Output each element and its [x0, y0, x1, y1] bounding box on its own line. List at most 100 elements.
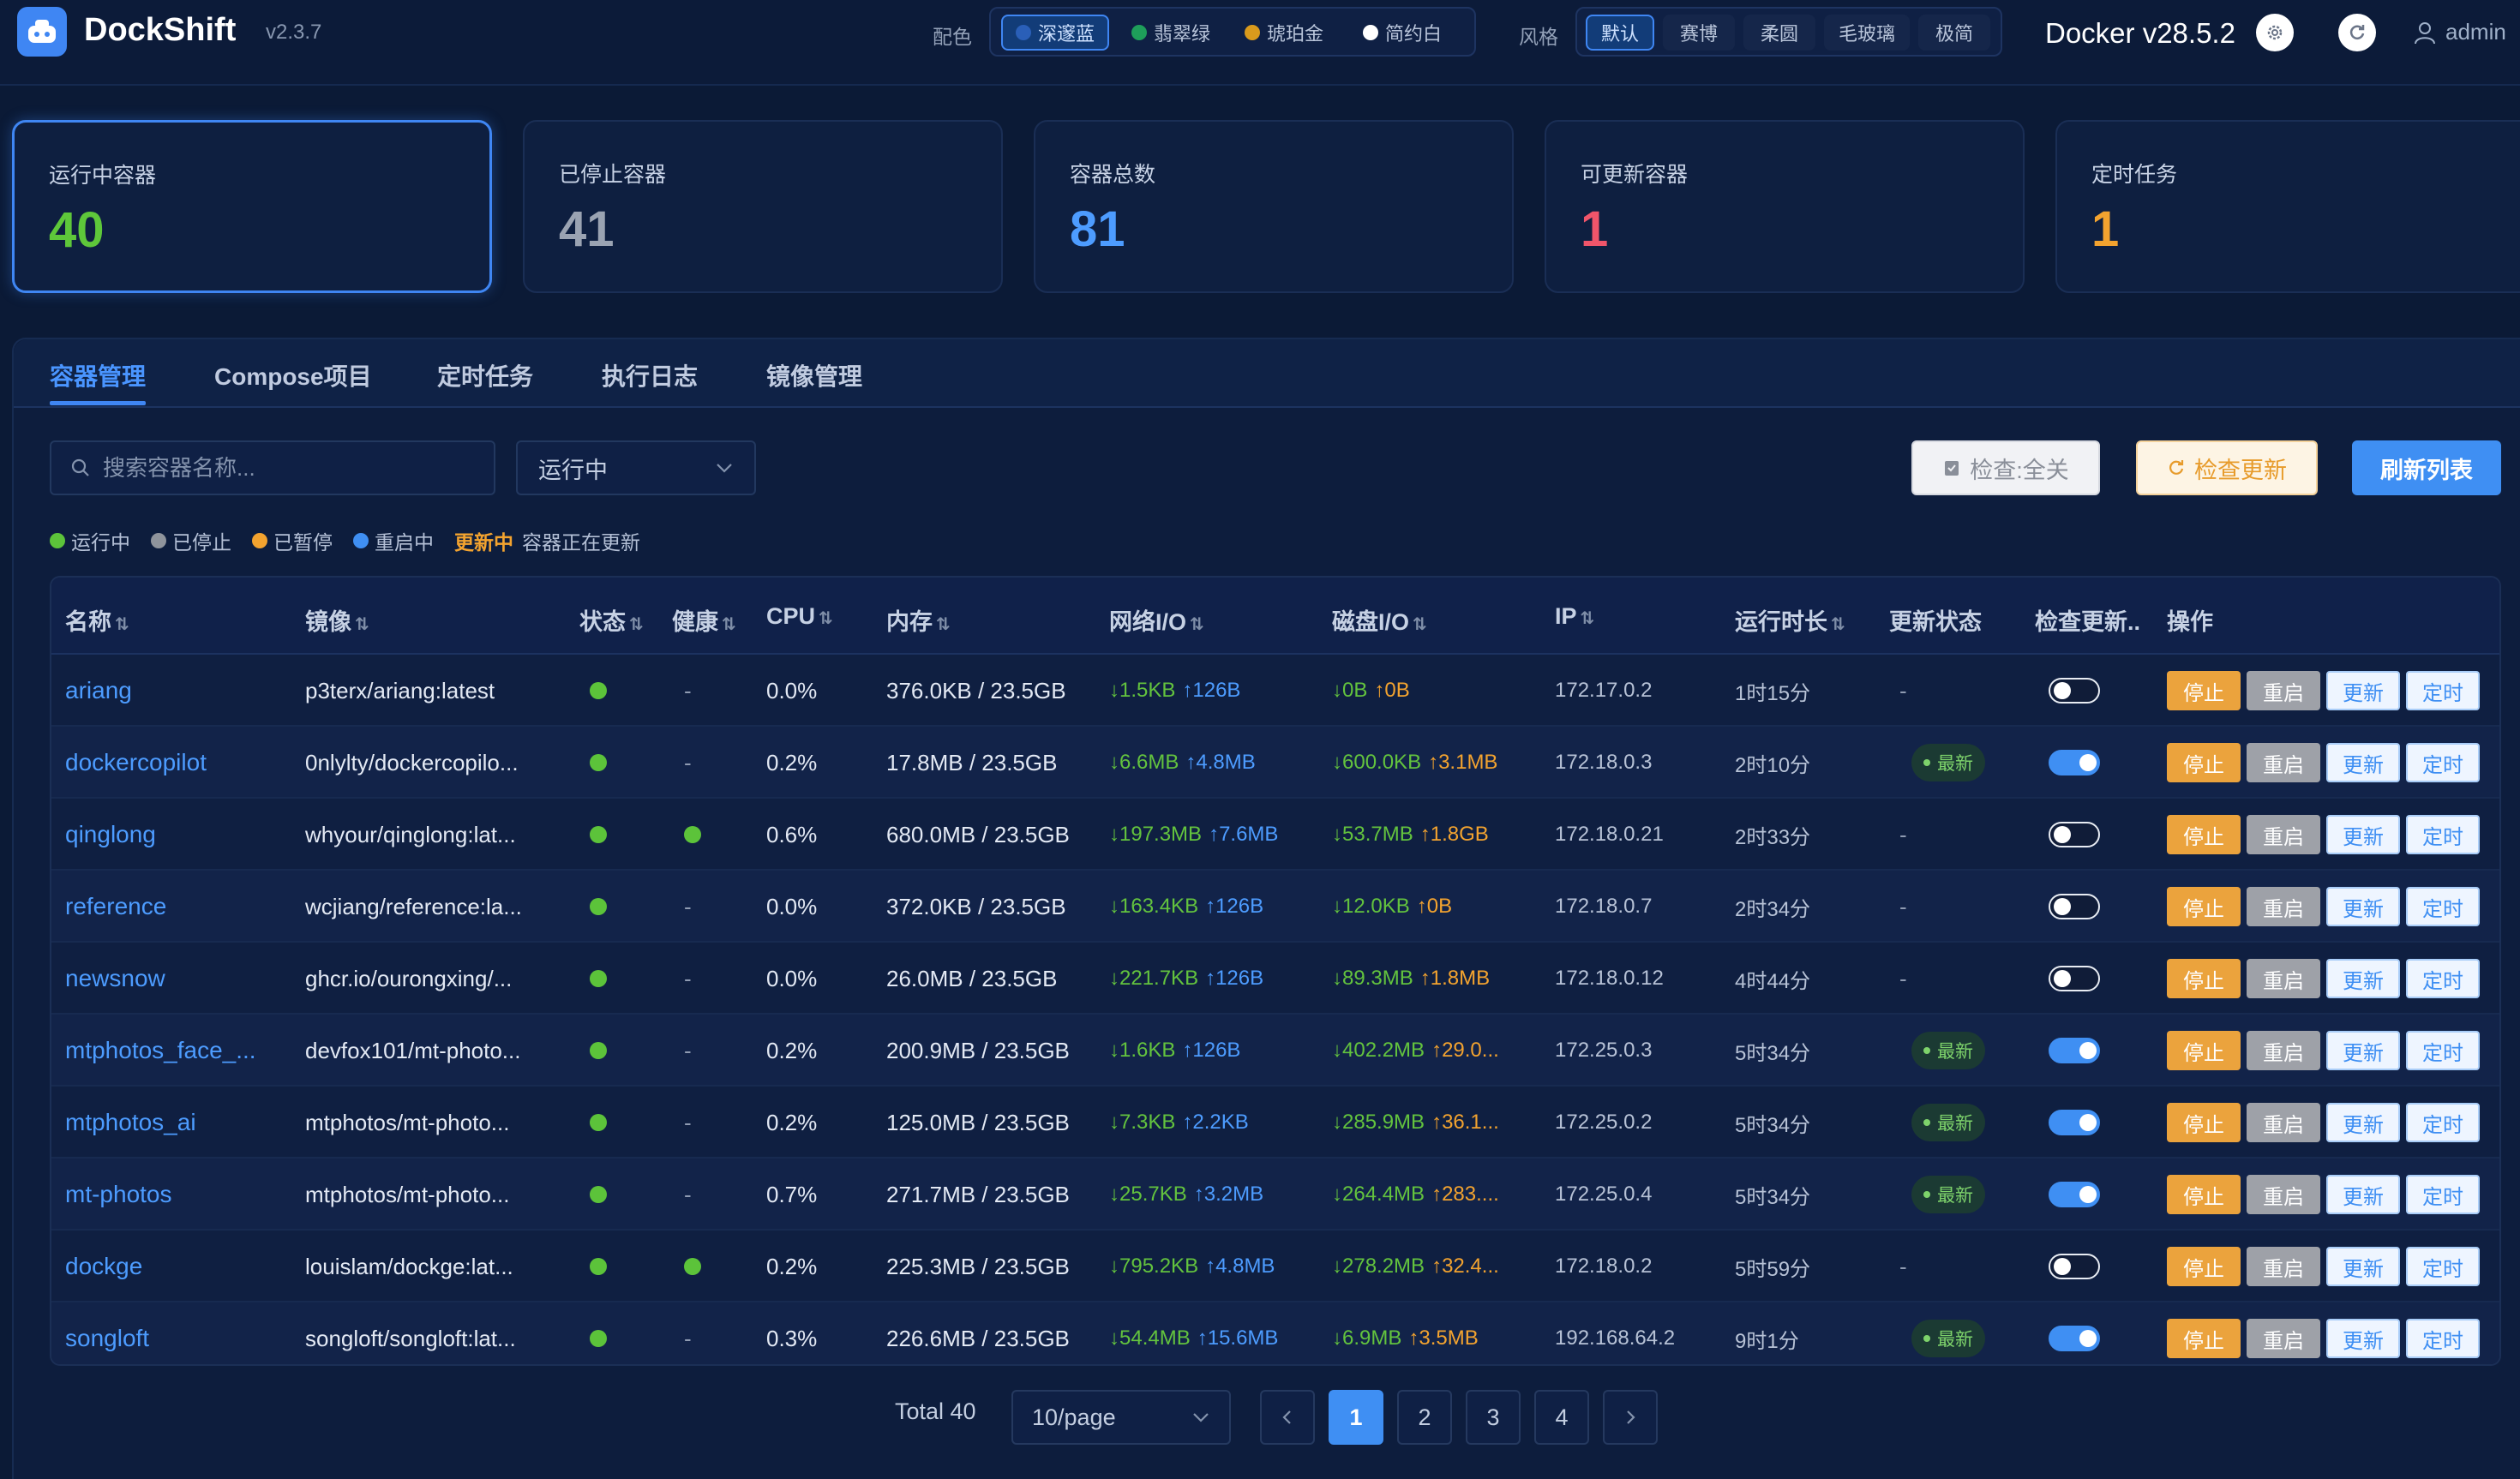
schedule-button[interactable]: 定时: [2406, 959, 2480, 998]
style-option-default[interactable]: 默认: [1586, 15, 1654, 51]
restart-button[interactable]: 重启: [2247, 671, 2320, 710]
schedule-button[interactable]: 定时: [2406, 743, 2480, 782]
col-ip[interactable]: IP ⇅: [1555, 603, 1594, 630]
color-option-emerald[interactable]: 翡翠绿: [1119, 15, 1222, 51]
check-update-toggle[interactable]: [2049, 678, 2100, 704]
container-name-link[interactable]: mtphotos_ai: [65, 1087, 288, 1159]
check-update-toggle[interactable]: [2049, 894, 2100, 919]
stat-card-total[interactable]: 容器总数 81: [1034, 120, 1514, 293]
container-name-link[interactable]: dockercopilot: [65, 727, 288, 799]
col-cpu[interactable]: CPU ⇅: [766, 603, 833, 630]
user-menu[interactable]: admin: [2413, 19, 2506, 45]
col-disk-io[interactable]: 磁盘I/O ⇅: [1332, 603, 1427, 637]
stop-button[interactable]: 停止: [2167, 887, 2241, 926]
check-update-toggle[interactable]: [2049, 1182, 2100, 1207]
restart-button[interactable]: 重启: [2247, 887, 2320, 926]
schedule-button[interactable]: 定时: [2406, 1175, 2480, 1214]
check-update-toggle[interactable]: [2049, 966, 2100, 991]
container-name-link[interactable]: newsnow: [65, 943, 288, 1015]
col-health[interactable]: 健康 ⇅: [672, 603, 736, 637]
refresh-icon[interactable]: [2338, 14, 2376, 51]
tab-images[interactable]: 镜像管理: [766, 358, 862, 392]
check-update-toggle[interactable]: [2049, 1038, 2100, 1063]
style-option-cyber[interactable]: 赛博: [1663, 15, 1735, 51]
color-option-white[interactable]: 简约白: [1351, 15, 1454, 51]
page-button-2[interactable]: 2: [1397, 1390, 1452, 1445]
col-status[interactable]: 状态 ⇅: [579, 603, 644, 637]
stop-button[interactable]: 停止: [2167, 1031, 2241, 1070]
check-update-toggle[interactable]: [2049, 1110, 2100, 1135]
update-button[interactable]: 更新: [2326, 743, 2400, 782]
stop-button[interactable]: 停止: [2167, 1175, 2241, 1214]
container-name-link[interactable]: ariang: [65, 655, 288, 727]
stop-button[interactable]: 停止: [2167, 1319, 2241, 1358]
update-button[interactable]: 更新: [2326, 959, 2400, 998]
page-size-select[interactable]: 10/page: [1011, 1390, 1231, 1445]
col-uptime[interactable]: 运行时长 ⇅: [1735, 603, 1845, 637]
tab-scheduled[interactable]: 定时任务: [437, 358, 533, 392]
page-button-4[interactable]: 4: [1534, 1390, 1589, 1445]
next-page-button[interactable]: [1603, 1390, 1658, 1445]
check-update-toggle[interactable]: [2049, 750, 2100, 775]
col-network-io[interactable]: 网络I/O ⇅: [1109, 603, 1204, 637]
update-button[interactable]: 更新: [2326, 1175, 2400, 1214]
page-button-1[interactable]: 1: [1329, 1390, 1383, 1445]
container-name-link[interactable]: dockge: [65, 1231, 288, 1302]
schedule-button[interactable]: 定时: [2406, 815, 2480, 854]
container-name-link[interactable]: mtphotos_face_...: [65, 1015, 288, 1087]
stop-button[interactable]: 停止: [2167, 743, 2241, 782]
stat-card-stopped[interactable]: 已停止容器 41: [523, 120, 1003, 293]
check-all-toggle-button[interactable]: 检查:全关: [1911, 440, 2100, 495]
refresh-list-button[interactable]: 刷新列表: [2352, 440, 2501, 495]
color-option-deep-blue[interactable]: 深邃蓝: [1001, 15, 1109, 51]
check-update-button[interactable]: 检查更新: [2136, 440, 2318, 495]
stop-button[interactable]: 停止: [2167, 1247, 2241, 1286]
col-image[interactable]: 镜像 ⇅: [305, 603, 369, 637]
schedule-button[interactable]: 定时: [2406, 1247, 2480, 1286]
restart-button[interactable]: 重启: [2247, 1031, 2320, 1070]
style-option-glass[interactable]: 毛玻璃: [1824, 15, 1910, 51]
container-name-link[interactable]: reference: [65, 871, 288, 943]
schedule-button[interactable]: 定时: [2406, 1319, 2480, 1358]
update-button[interactable]: 更新: [2326, 887, 2400, 926]
update-button[interactable]: 更新: [2326, 815, 2400, 854]
schedule-button[interactable]: 定时: [2406, 1103, 2480, 1142]
col-memory[interactable]: 内存 ⇅: [886, 603, 951, 637]
schedule-button[interactable]: 定时: [2406, 887, 2480, 926]
update-button[interactable]: 更新: [2326, 671, 2400, 710]
stop-button[interactable]: 停止: [2167, 1103, 2241, 1142]
settings-gear-icon[interactable]: [2256, 14, 2294, 51]
stop-button[interactable]: 停止: [2167, 959, 2241, 998]
update-button[interactable]: 更新: [2326, 1319, 2400, 1358]
page-button-3[interactable]: 3: [1466, 1390, 1521, 1445]
col-name[interactable]: 名称 ⇅: [65, 603, 129, 637]
restart-button[interactable]: 重启: [2247, 1103, 2320, 1142]
restart-button[interactable]: 重启: [2247, 1247, 2320, 1286]
style-option-rounded[interactable]: 柔圆: [1743, 15, 1815, 51]
tab-logs[interactable]: 执行日志: [602, 358, 698, 392]
stop-button[interactable]: 停止: [2167, 671, 2241, 710]
style-option-minimal[interactable]: 极简: [1918, 15, 1990, 51]
tab-containers[interactable]: 容器管理: [50, 358, 146, 392]
search-input[interactable]: [103, 454, 480, 482]
check-update-toggle[interactable]: [2049, 1254, 2100, 1279]
update-button[interactable]: 更新: [2326, 1103, 2400, 1142]
stop-button[interactable]: 停止: [2167, 815, 2241, 854]
check-update-toggle[interactable]: [2049, 822, 2100, 847]
update-button[interactable]: 更新: [2326, 1247, 2400, 1286]
prev-page-button[interactable]: [1260, 1390, 1315, 1445]
restart-button[interactable]: 重启: [2247, 1175, 2320, 1214]
restart-button[interactable]: 重启: [2247, 959, 2320, 998]
stat-card-scheduled[interactable]: 定时任务 1: [2055, 120, 2520, 293]
container-name-link[interactable]: mt-photos: [65, 1159, 288, 1231]
check-update-toggle[interactable]: [2049, 1326, 2100, 1351]
schedule-button[interactable]: 定时: [2406, 1031, 2480, 1070]
restart-button[interactable]: 重启: [2247, 1319, 2320, 1358]
container-name-link[interactable]: qinglong: [65, 799, 288, 871]
restart-button[interactable]: 重启: [2247, 743, 2320, 782]
schedule-button[interactable]: 定时: [2406, 671, 2480, 710]
stat-card-running[interactable]: 运行中容器 40: [12, 120, 492, 293]
status-filter-select[interactable]: 运行中: [516, 440, 756, 495]
container-name-link[interactable]: songloft: [65, 1302, 288, 1364]
tab-compose[interactable]: Compose项目: [214, 358, 372, 392]
